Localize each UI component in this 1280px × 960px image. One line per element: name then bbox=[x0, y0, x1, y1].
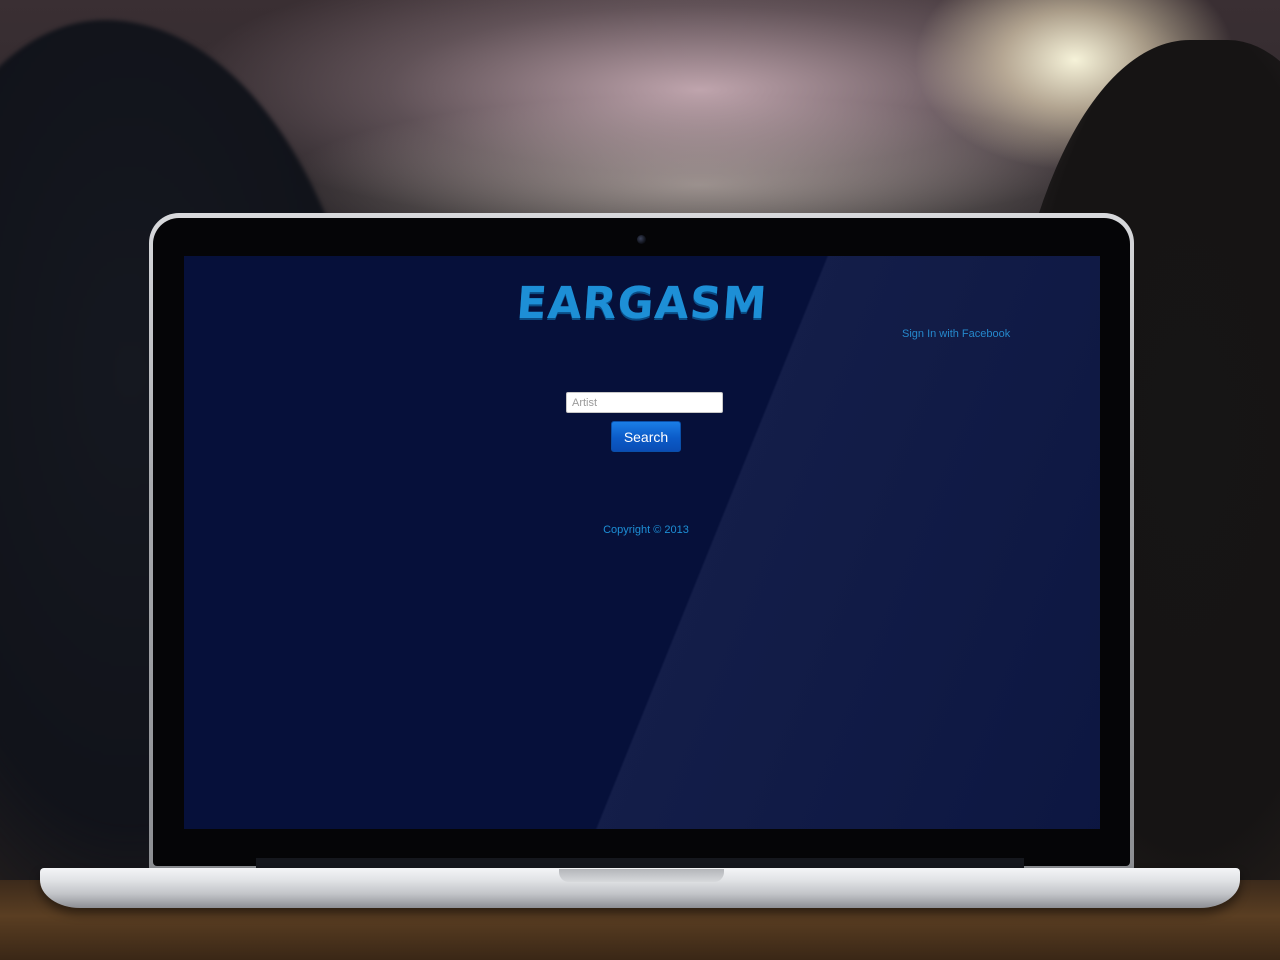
bezel-hinge bbox=[256, 858, 1024, 868]
artist-search-input[interactable] bbox=[566, 392, 723, 413]
laptop-notch bbox=[559, 869, 724, 882]
webcam-icon bbox=[637, 235, 646, 244]
facebook-sign-in-link[interactable]: Sign In with Facebook bbox=[902, 328, 1010, 340]
site-logo: EARGASM bbox=[514, 278, 770, 329]
search-button[interactable]: Search bbox=[611, 421, 681, 452]
photo-background: EARGASM Sign In with Facebook Search Cop… bbox=[0, 0, 1280, 960]
copyright-text: Copyright © 2013 bbox=[603, 524, 689, 536]
laptop-screen: EARGASM Sign In with Facebook Search Cop… bbox=[184, 256, 1100, 829]
